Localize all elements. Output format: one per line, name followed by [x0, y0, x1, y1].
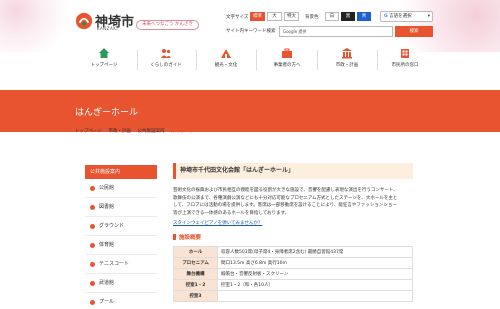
breadcrumb-link-facilities[interactable]: 公共施設案内: [137, 129, 164, 134]
bullet-icon: [90, 243, 95, 248]
bg-white-button[interactable]: 白: [325, 12, 339, 21]
table-row-value: 緞帳台・音響反射板・スクリーン: [217, 268, 413, 280]
intro-paragraph: 芸術文化の振興および市民相互の親睦を図る役割が大きな施設で、音響を配慮し表現な演…: [173, 188, 398, 216]
sidebar-item-label: 体育館: [99, 242, 115, 248]
font-size-large-button[interactable]: 大: [267, 12, 282, 21]
table-row-label: ホール: [173, 246, 218, 258]
main-content: 神埼市千代田文化会館「はんぎーホール」 芸術文化の振興および市民相互の親睦を図る…: [173, 163, 413, 302]
page-title-banner: はんぎーホール: [0, 90, 500, 132]
nav-item-life-guide[interactable]: くらしのガイド: [141, 44, 191, 74]
sidebar-item-community-center[interactable]: 公民館: [85, 179, 157, 198]
nav-item-sightseeing[interactable]: 観光・文化: [201, 44, 251, 74]
table-row-value: 収容人数503席(母子席4・身障者席2含む) 最勝自習館437席: [217, 246, 413, 258]
nav-item-city-plan[interactable]: 市政・計画: [322, 44, 372, 74]
sidebar: 公共施設案内 公民館 図書館 グラウンド 体育館 テニスコート 武道館 プール: [85, 165, 157, 309]
nav-label: 市政・計画: [335, 63, 359, 68]
steinway-piano-link[interactable]: スタインウェイピアノを弾いてみませんか？: [173, 220, 413, 226]
bullet-icon: [90, 281, 95, 286]
building-icon: [401, 49, 409, 58]
nav-label: くらしのガイド: [150, 63, 182, 68]
table-row-value: 控室1・2（和・各10人）: [217, 279, 413, 291]
font-size-xlarge-button[interactable]: 特大: [284, 12, 299, 21]
table-row: プロセニアム 間口13.5m 高さ6.8m 奥行10m: [173, 257, 413, 269]
sidebar-heading[interactable]: 公共施設案内: [85, 165, 157, 179]
language-select-label: 言語を選択: [389, 14, 412, 19]
search-label: サイト内キーワード検索: [226, 29, 276, 34]
city-logo-icon[interactable]: [75, 12, 93, 30]
table-row-label: 控室3: [173, 290, 218, 302]
bg-color-label: 背景色: [305, 15, 319, 20]
nav-item-top[interactable]: トップページ: [79, 44, 129, 74]
bg-blue-button[interactable]: 青: [357, 12, 371, 21]
home-icon: [99, 48, 109, 58]
language-select[interactable]: G 言語を選択 ▾: [380, 11, 433, 22]
bullet-icon: [90, 262, 95, 267]
sightseeing-icon: [221, 49, 231, 58]
city-hall-icon: [342, 48, 352, 59]
nav-label: 市民所の窓口: [391, 63, 419, 68]
facility-table: ホール 収容人数503席(母子席4・身障者席2含む) 最勝自習館437席 プロセ…: [173, 246, 413, 302]
business-icon: [282, 48, 292, 58]
table-row-label: プロセニアム: [173, 257, 218, 269]
sidebar-item-label: 公民館: [99, 185, 115, 191]
sidebar-item-label: 武道館: [99, 280, 115, 286]
sidebar-item-label: グラウンド: [99, 223, 125, 229]
table-row: 控室3: [173, 290, 413, 302]
city-logo-subtext: KANZAKI: [97, 26, 119, 31]
font-size-label: 文字サイズ: [226, 15, 249, 20]
breadcrumb-link-city-plan[interactable]: 市政・計画: [108, 129, 131, 134]
sidebar-item-label: テニスコート: [99, 261, 130, 267]
sidebar-item-tennis-court[interactable]: テニスコート: [85, 255, 157, 274]
sidebar-item-label: 図書館: [99, 204, 115, 210]
table-row: 控室1・2 控室1・2（和・各10人）: [173, 279, 413, 291]
breadcrumb: トップページ＞市政・計画＞公共施設案内＞はんぎーホール: [75, 129, 203, 134]
bg-black-button[interactable]: 黒: [341, 12, 355, 21]
font-size-standard-button[interactable]: 標準: [250, 12, 265, 21]
content-heading: 神埼市千代田文化会館「はんぎーホール」: [173, 163, 413, 179]
table-row-label: 控室1・2: [173, 279, 218, 291]
tagline-badge: 未来へつなごう かんざき: [136, 20, 199, 30]
sidebar-item-ground[interactable]: グラウンド: [85, 217, 157, 236]
sidebar-item-library[interactable]: 図書館: [85, 198, 157, 217]
table-row: 舞台機構 緞帳台・音響反射板・スクリーン: [173, 268, 413, 280]
table-row: ホール 収容人数503席(母子席4・身障者席2含む) 最勝自習館437席: [173, 246, 413, 258]
page-title: はんぎーホール: [75, 108, 139, 118]
search-input[interactable]: Google 提供: [279, 26, 393, 37]
breadcrumb-link-top[interactable]: トップページ: [75, 129, 102, 134]
nav-label: トップページ: [90, 63, 118, 68]
nav-label: 観光・文化: [214, 63, 238, 68]
bullet-icon: [90, 205, 95, 210]
chevron-down-icon: ▾: [427, 14, 430, 19]
table-row-value: [217, 290, 413, 302]
global-nav: トップページ くらしのガイド 観光・文化 事業者の方へ 市政・計画 市民所の窓口: [74, 44, 430, 74]
people-icon: [161, 49, 171, 58]
nav-item-business[interactable]: 事業者の方へ: [262, 44, 312, 74]
nav-label: 事業者の方へ: [273, 63, 301, 68]
sidebar-item-budokan[interactable]: 武道館: [85, 274, 157, 293]
breadcrumb-current: はんぎーホール: [170, 129, 203, 134]
search-button[interactable]: 検索: [395, 26, 433, 37]
bullet-icon: [90, 186, 95, 191]
nav-item-office-window[interactable]: 市民所の窓口: [380, 44, 430, 74]
cherry-blossom-decoration: [0, 0, 80, 52]
google-translate-icon: G: [384, 14, 388, 19]
facility-overview-heading: 施設概要: [173, 233, 413, 241]
bullet-icon: [90, 300, 95, 305]
table-row-label: 舞台機構: [173, 268, 218, 280]
bullet-icon: [90, 224, 95, 229]
table-row-value: 間口13.5m 高さ6.8m 奥行10m: [217, 257, 413, 269]
sidebar-item-pool[interactable]: プール: [85, 293, 157, 309]
sidebar-item-gymnasium[interactable]: 体育館: [85, 236, 157, 255]
sidebar-item-label: プール: [99, 299, 115, 305]
